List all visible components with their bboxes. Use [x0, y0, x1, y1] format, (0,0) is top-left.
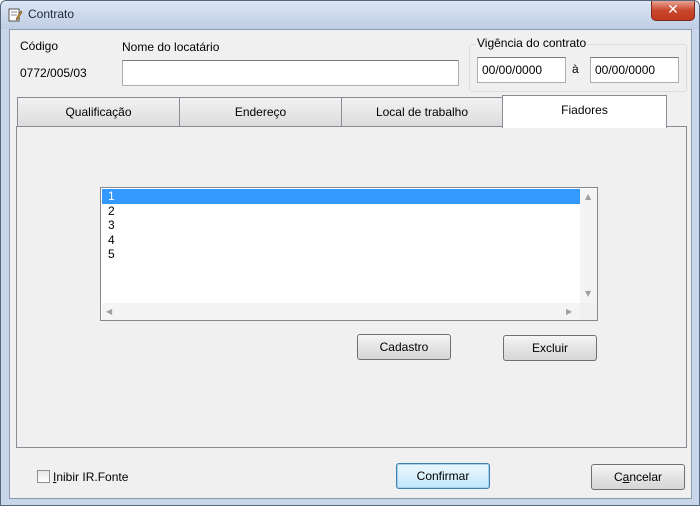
window-title: Contrato [28, 7, 75, 21]
document-edit-icon [8, 8, 23, 22]
fiadores-listbox[interactable]: 1 2 3 4 5 ▲ ▼ ◀ ▶ [100, 187, 598, 321]
inibir-checkbox[interactable] [37, 470, 50, 483]
scroll-down-icon[interactable]: ▼ [585, 289, 591, 298]
list-item[interactable]: 4 [102, 233, 580, 248]
tab-local-trabalho[interactable]: Local de trabalho [341, 97, 503, 127]
close-button[interactable]: ✕ [651, 1, 695, 21]
vigencia-end-input[interactable] [590, 57, 679, 83]
title-bar[interactable]: Contrato ✕ [1, 1, 699, 29]
vigencia-separator: à [572, 62, 579, 76]
list-item[interactable]: 1 [102, 189, 580, 204]
cancelar-prefix: C [613, 470, 623, 484]
list-item[interactable]: 3 [102, 218, 580, 233]
cancelar-rest: ncelar [629, 470, 663, 484]
inibir-text: nibir IR.Fonte [56, 470, 129, 484]
horizontal-scrollbar[interactable]: ◀ ▶ [102, 303, 580, 320]
vigencia-start-input[interactable] [477, 57, 566, 83]
scroll-corner [580, 303, 597, 320]
cadastro-button[interactable]: Cadastro [357, 334, 451, 360]
inibir-label[interactable]: Inibir IR.Fonte [53, 470, 128, 484]
codigo-value: 0772/005/03 [20, 66, 87, 80]
list-item[interactable]: 2 [102, 204, 580, 219]
scroll-left-icon[interactable]: ◀ [106, 307, 112, 316]
tab-qualificacao[interactable]: Qualificação [17, 97, 180, 127]
contrato-window: Contrato ✕ Código 0772/005/03 Nome do lo… [0, 0, 700, 506]
client-area: Código 0772/005/03 Nome do locatário Vig… [9, 29, 692, 499]
confirmar-button[interactable]: Confirmar [396, 463, 490, 489]
scroll-up-icon[interactable]: ▲ [585, 192, 591, 201]
locatario-label: Nome do locatário [122, 40, 220, 54]
close-icon: ✕ [667, 2, 679, 18]
vertical-scrollbar[interactable]: ▲ ▼ [580, 189, 597, 303]
excluir-button[interactable]: Excluir [503, 335, 597, 361]
list-items: 1 2 3 4 5 [102, 189, 580, 303]
locatario-input[interactable] [122, 60, 459, 86]
vigencia-label: Vigência do contrato [476, 36, 588, 50]
tab-fiadores[interactable]: Fiadores [502, 95, 667, 128]
cancelar-button[interactable]: Cancelar [591, 464, 685, 490]
scroll-right-icon[interactable]: ▶ [566, 307, 572, 316]
list-item[interactable]: 5 [102, 247, 580, 262]
tab-endereco[interactable]: Endereço [179, 97, 342, 127]
codigo-label: Código [20, 39, 59, 53]
